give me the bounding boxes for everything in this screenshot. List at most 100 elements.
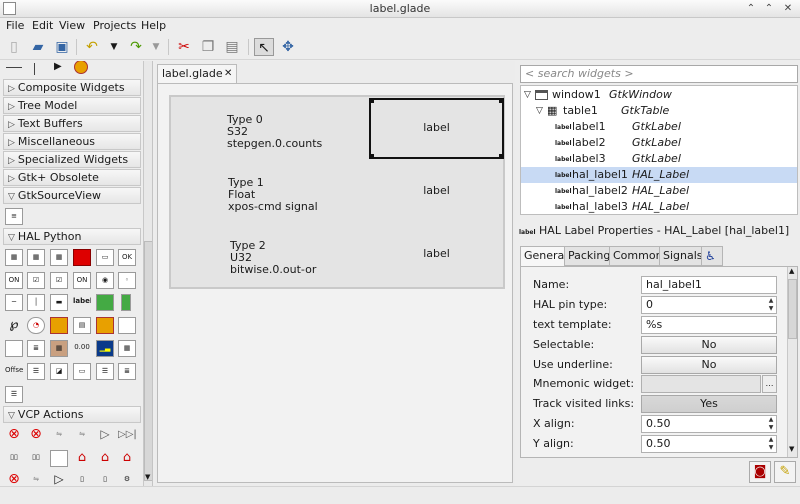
tree-row-table1[interactable]: ▽ ▦ table1 GtkTable (521, 103, 797, 119)
hal-shapes-icon[interactable] (50, 317, 68, 334)
hal-window-icon[interactable]: ▭ (73, 363, 91, 380)
palette-scrollbar[interactable]: ▼ (143, 61, 152, 486)
palette-category-gtksourceview[interactable]: ▽ GtkSourceView (3, 187, 141, 204)
expander-icon[interactable]: ▽ (536, 103, 543, 119)
vcp-run-icon[interactable]: ▷ (50, 472, 68, 486)
document-tab[interactable]: label.glade ✕ (157, 64, 237, 83)
select-pointer-icon[interactable]: ↖ (254, 38, 274, 56)
spin-arrows-icon[interactable]: ▲ ▼ (766, 436, 776, 452)
paste-icon[interactable]: ▤ (222, 38, 242, 56)
resize-handle[interactable] (499, 98, 504, 103)
tree-row-label2[interactable]: label label2 GtkLabel (521, 135, 797, 151)
copy-icon[interactable]: ❐ (198, 38, 218, 56)
menu-file[interactable]: File (6, 19, 24, 32)
hal-graph-icon[interactable]: ▁▃ (96, 340, 114, 357)
expander-icon[interactable]: ▽ (524, 87, 531, 103)
hal-tool-icon[interactable]: ◪ (50, 363, 68, 380)
track-visited-links-toggle[interactable]: Yes (641, 395, 777, 413)
vcp-square-icon[interactable]: ▯ (96, 472, 114, 486)
menu-projects[interactable]: Projects (93, 19, 136, 32)
tree-row-hal-label3[interactable]: label hal_label3 HAL_Label (521, 199, 797, 215)
play-widget-icon[interactable]: ▶ (54, 61, 62, 72)
resize-handle[interactable] (369, 98, 374, 103)
separator-widget-icon[interactable] (6, 67, 22, 68)
hal-pin-type-spin[interactable]: 0 ▲ ▼ (641, 296, 777, 314)
palette-scroll-thumb[interactable] (144, 241, 152, 481)
open-folder-icon[interactable]: ▰ (28, 38, 48, 56)
hal-progress-icon[interactable]: ▭ (96, 249, 114, 266)
palette-category-text-buffers[interactable]: ▷ Text Buffers (3, 115, 141, 132)
scroll-down-icon[interactable]: ▼ (789, 445, 794, 453)
vcp-estop-icon[interactable]: ⊗ (5, 427, 23, 444)
hal-grid-icon[interactable]: ▦ (50, 340, 68, 357)
tab-accessibility-icon[interactable]: ♿ (701, 246, 723, 266)
properties-scroll-thumb[interactable] (788, 279, 797, 339)
search-widgets-input[interactable]: < search widgets > (520, 65, 798, 83)
hal-python-logo-icon[interactable]: ℘ (5, 317, 23, 334)
cut-icon[interactable]: ✂ (174, 38, 194, 56)
hal-grid-icon[interactable]: ▦ (118, 340, 136, 357)
title-bar[interactable]: label.glade ⌃ ⌃ ✕ (0, 0, 800, 18)
redo-dropdown-icon[interactable]: ▼ (146, 38, 166, 56)
vcp-home-icon[interactable]: ⌂ (96, 450, 114, 467)
palette-category-miscellaneous[interactable]: ▷ Miscellaneous (3, 133, 141, 150)
design-canvas[interactable]: Type 0 S32 stepgen.0.counts label Type 1 Fl… (157, 83, 513, 483)
hal-ok-button-icon[interactable]: OK (118, 249, 136, 266)
palette-category-gtk-obsolete[interactable]: ▷ Gtk+ Obsolete (3, 169, 141, 186)
hal-toggle-on-icon[interactable]: ON (5, 272, 23, 289)
scroll-up-icon[interactable]: ▲ (789, 267, 794, 275)
hal-list-icon[interactable]: ☰ (96, 363, 114, 380)
palette-category-composite-widgets[interactable]: ▷ Composite Widgets (3, 79, 141, 96)
hal-hscale-icon[interactable]: ─ (5, 294, 23, 311)
drag-resize-icon[interactable]: ✥ (278, 38, 298, 56)
window-maximize-icon[interactable]: ⌃ (762, 2, 776, 16)
vcp-home-icon[interactable]: ⌂ (73, 450, 91, 467)
hal-frame-icon[interactable] (118, 317, 136, 334)
tree-row-window1[interactable]: ▽ window1 GtkWindow (521, 87, 797, 103)
widget-tree[interactable]: ▽ window1 GtkWindow ▽ ▦ table1 GtkTable … (520, 85, 798, 215)
hal-led-icon[interactable] (73, 249, 91, 266)
table-cell-text[interactable]: Type 0 S32 stepgen.0.counts (227, 114, 322, 150)
hal-table-icon[interactable]: ▦ (50, 249, 68, 266)
resize-handle[interactable] (499, 154, 504, 159)
redo-icon[interactable]: ↷ (126, 38, 146, 56)
name-field[interactable]: hal_label1 (641, 276, 777, 294)
vcp-resume-icon[interactable]: ▯▯ (27, 450, 45, 467)
hal-label-widget-icon[interactable]: label (73, 294, 91, 311)
scroll-down-icon[interactable]: ▼ (145, 473, 150, 481)
vcp-tool-icon[interactable]: ⇋ (27, 472, 45, 486)
hal-vscale-icon[interactable]: │ (27, 294, 45, 311)
hal-checkbox-icon[interactable]: ☑ (50, 272, 68, 289)
tab-packing[interactable]: Packing (564, 246, 615, 266)
clear-properties-icon[interactable]: ✎ (774, 461, 796, 483)
vcp-step-icon[interactable]: ▷▷| (118, 427, 136, 444)
hal-table-icon[interactable]: ▦ (5, 249, 23, 266)
vcp-square-icon[interactable] (50, 450, 68, 467)
table-cell-text[interactable]: Type 2 U32 bitwise.0.out-or (230, 240, 316, 276)
spin-arrows-icon[interactable]: ▲ ▼ (766, 297, 776, 313)
hal-table-icon[interactable]: ▦ (27, 249, 45, 266)
mnemonic-widget-field[interactable] (641, 375, 761, 393)
spin-arrows-icon[interactable]: ▲ ▼ (766, 416, 776, 432)
tree-row-label1[interactable]: label label1 GtkLabel (521, 119, 797, 135)
hal-document-icon[interactable]: ≣ (27, 340, 45, 357)
tree-row-hal-label2[interactable]: label hal_label2 HAL_Label (521, 183, 797, 199)
hal-checkbutton-icon[interactable]: ☑ (27, 272, 45, 289)
menu-edit[interactable]: Edit (32, 19, 53, 32)
properties-scrollbar[interactable]: ▲ ▼ (787, 267, 797, 457)
hal-hbar-icon[interactable] (96, 294, 114, 311)
use-underline-toggle[interactable]: No (641, 356, 777, 374)
hal-vbar-icon[interactable] (121, 294, 131, 311)
palette-category-vcp-actions[interactable]: ▽ VCP Actions (3, 406, 141, 423)
hal-spin-icon[interactable]: ◦ (118, 272, 136, 289)
selectable-toggle[interactable]: No (641, 336, 777, 354)
window-close-icon[interactable]: ✕ (781, 2, 795, 16)
more-icon[interactable]: … (762, 375, 777, 393)
hal-toggle-on-icon[interactable]: ON (73, 272, 91, 289)
vcp-abort-icon[interactable]: ⊗ (5, 472, 23, 486)
save-icon[interactable]: ▣ (52, 38, 72, 56)
hal-shapes-icon[interactable] (96, 317, 114, 334)
tab-common[interactable]: Common (609, 246, 667, 266)
palette-category-specialized-widgets[interactable]: ▷ Specialized Widgets (3, 151, 141, 168)
hal-box-icon[interactable] (5, 340, 23, 357)
